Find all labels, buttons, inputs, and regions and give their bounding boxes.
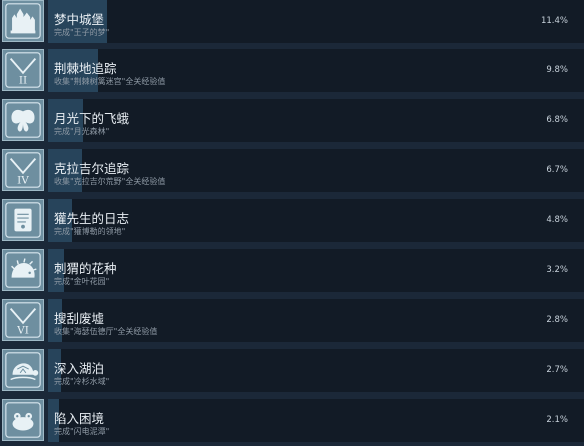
achievement-panel: 克拉吉尔追踪 收集"克拉吉尔荒野"全关经验值 6.7% [48,149,584,192]
achievement-title: 克拉吉尔追踪 [54,161,130,176]
svg-text:II: II [19,74,27,86]
achievement-row[interactable]: VI 搜刮废墟 收集"海瑟伍德厅"全关经验值 2.8% [0,299,584,346]
achievement-description: 完成"闪电泥潭" [54,427,110,436]
roman-numeral-ii-icon: II [2,49,44,91]
achievement-row[interactable]: 深入湖泊 完成"冷杉水域" 2.7% [0,349,584,396]
achievement-row[interactable]: 月光下的飞蛾 完成"月光森林" 6.8% [0,99,584,146]
achievement-title: 搜刮废墟 [54,311,105,326]
achievement-panel: 荆棘地追踪 收集"荆棘树篱迷宫"全关经验值 9.8% [48,49,584,92]
achievement-panel: 刺猬的花种 完成"金叶花园" 3.2% [48,249,584,292]
achievement-title: 梦中城堡 [54,12,105,27]
achievement-title: 陷入困境 [54,411,105,426]
achievement-row[interactable]: 陷入困境 完成"闪电泥潭" 2.1% [0,399,584,446]
achievement-panel: 月光下的飞蛾 完成"月光森林" 6.8% [48,99,584,142]
roman-numeral-iv-icon: IV [2,149,44,191]
achievement-percent: 4.8% [546,215,568,225]
achievement-list: 梦中城堡 完成"王子的梦" 11.4% II 荆棘地追踪 收集"荆棘树篱迷宫"全… [0,0,584,444]
turtle-icon [2,349,44,391]
achievement-title: 刺猬的花种 [54,261,117,276]
roman-numeral-vi-icon: VI [2,299,44,341]
achievement-description: 收集"海瑟伍德厅"全关经验值 [54,327,158,336]
achievement-percent: 2.7% [546,365,568,375]
journal-icon [2,199,44,241]
achievement-panel: 梦中城堡 完成"王子的梦" 11.4% [48,0,584,43]
castle-icon [2,0,44,42]
achievement-percent: 2.1% [546,415,568,425]
achievement-description: 收集"荆棘树篱迷宫"全关经验值 [54,77,166,86]
achievement-panel: 搜刮废墟 收集"海瑟伍德厅"全关经验值 2.8% [48,299,584,342]
svg-text:IV: IV [17,174,29,186]
achievement-description: 完成"月光森林" [54,127,110,136]
achievement-panel: 獾先生的日志 完成"獾博勒的领地" 4.8% [48,199,584,242]
achievement-row[interactable]: II 荆棘地追踪 收集"荆棘树篱迷宫"全关经验值 9.8% [0,49,584,96]
achievement-description: 完成"金叶花园" [54,277,110,286]
achievement-percent: 6.7% [546,165,568,175]
frog-icon [2,399,44,441]
achievement-title: 深入湖泊 [54,361,105,376]
svg-text:VI: VI [16,324,29,336]
achievement-description: 完成"王子的梦" [54,28,110,37]
achievement-panel: 陷入困境 完成"闪电泥潭" 2.1% [48,399,584,442]
achievement-description: 完成"冷杉水域" [54,377,110,386]
achievement-row[interactable]: 刺猬的花种 完成"金叶花园" 3.2% [0,249,584,296]
achievement-row[interactable]: 獾先生的日志 完成"獾博勒的领地" 4.8% [0,199,584,246]
achievement-percent: 11.4% [540,16,568,26]
achievement-row[interactable]: 梦中城堡 完成"王子的梦" 11.4% [0,0,584,47]
achievement-row[interactable]: IV 克拉吉尔追踪 收集"克拉吉尔荒野"全关经验值 6.7% [0,149,584,196]
achievement-percent: 9.8% [546,65,568,75]
hedgehog-icon [2,249,44,291]
achievement-percent: 2.8% [546,315,568,325]
achievement-percent: 3.2% [546,265,568,275]
achievement-title: 荆棘地追踪 [54,61,117,76]
achievement-title: 獾先生的日志 [54,211,130,226]
achievement-title: 月光下的飞蛾 [54,111,130,126]
achievement-percent: 6.8% [546,115,568,125]
achievement-description: 完成"獾博勒的领地" [54,227,126,236]
moth-icon [2,99,44,141]
achievement-description: 收集"克拉吉尔荒野"全关经验值 [54,177,166,186]
achievement-panel: 深入湖泊 完成"冷杉水域" 2.7% [48,349,584,392]
